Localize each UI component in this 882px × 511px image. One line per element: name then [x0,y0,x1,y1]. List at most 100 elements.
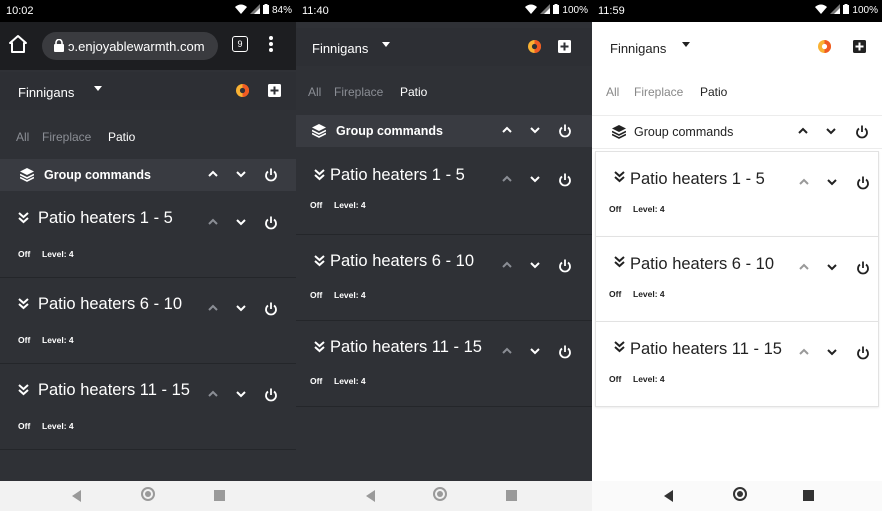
lock-icon [54,38,64,53]
group-decrease-icon[interactable] [826,128,836,135]
nav-home-icon[interactable] [433,487,447,501]
nav-recents-icon[interactable] [506,490,517,501]
caret-down-icon[interactable] [382,40,390,51]
heater-power-icon[interactable] [264,388,278,402]
filter-tab-patio[interactable]: Patio [400,85,427,99]
expand-chevrons-icon[interactable] [18,298,29,313]
group-decrease-icon[interactable] [236,171,246,178]
filter-tab-all[interactable]: All [16,130,29,144]
brand-logo-icon[interactable] [236,84,249,97]
location-selector[interactable]: Finnigans [18,85,74,100]
heater-power-icon[interactable] [856,176,870,190]
caret-down-icon[interactable] [94,84,102,95]
group-increase-icon[interactable] [502,126,512,133]
filter-tab-patio[interactable]: Patio [108,130,135,144]
expand-chevrons-icon[interactable] [314,169,325,184]
expand-chevrons-icon[interactable] [314,255,325,270]
expand-chevrons-icon[interactable] [614,171,625,186]
group-increase-icon[interactable] [798,127,808,134]
battery-percent: 100% [852,5,878,16]
nav-back-icon[interactable] [664,490,673,502]
heater-power-icon[interactable] [558,173,572,187]
heater-card-title: Patio heaters 11 - 15 [38,381,190,399]
filter-tab-all[interactable]: All [308,85,321,99]
heater-decrease-icon[interactable] [236,219,246,226]
nav-home-icon[interactable] [733,487,747,501]
filter-tab-fireplace[interactable]: Fireplace [42,130,91,144]
address-bar[interactable]: ɔ.enjoyablewarmth.com [42,32,218,60]
phone-screen-chrome-dark: 10:02 84% ɔ.enjoyablewarmth.com 9 Finnig… [0,0,296,511]
filter-tab-patio[interactable]: Patio [700,85,727,99]
heater-level: Level: 4 [42,249,74,259]
heater-decrease-icon[interactable] [827,264,837,271]
group-decrease-icon[interactable] [530,127,540,134]
heater-increase-icon[interactable] [502,175,512,182]
battery-percent: 84% [271,5,292,16]
heater-power-icon[interactable] [856,261,870,275]
heater-power-icon[interactable] [856,346,870,360]
more-menu-icon[interactable] [268,34,278,58]
brand-logo-icon[interactable] [528,40,541,53]
status-bar: 11:40 100% [296,0,592,22]
heater-increase-icon[interactable] [208,218,218,225]
heater-increase-icon[interactable] [502,347,512,354]
home-icon[interactable] [8,34,28,54]
heater-increase-icon[interactable] [502,261,512,268]
nav-home-icon[interactable] [141,487,155,501]
heater-increase-icon[interactable] [208,304,218,311]
heater-decrease-icon[interactable] [827,349,837,356]
group-commands-label: Group commands [634,125,734,139]
group-power-icon[interactable] [264,168,278,182]
add-icon[interactable] [853,40,866,53]
heater-level: Level: 4 [633,374,665,384]
add-icon[interactable] [268,84,281,97]
address-url: ɔ.enjoyablewarmth.com [68,39,205,54]
heater-decrease-icon[interactable] [530,176,540,183]
layers-icon [611,125,627,139]
heater-card-title: Patio heaters 11 - 15 [330,338,482,356]
filter-tab-fireplace[interactable]: Fireplace [634,85,683,99]
heater-power-icon[interactable] [558,259,572,273]
heater-decrease-icon[interactable] [236,305,246,312]
heater-card-title: Patio heaters 1 - 5 [630,170,765,188]
group-increase-icon[interactable] [208,170,218,177]
nav-back-icon[interactable] [366,490,375,502]
nav-back-icon[interactable] [72,490,81,502]
heater-decrease-icon[interactable] [236,391,246,398]
expand-chevrons-icon[interactable] [614,341,625,356]
heater-increase-icon[interactable] [799,348,809,355]
location-selector[interactable]: Finnigans [312,41,368,56]
heater-increase-icon[interactable] [799,263,809,270]
add-icon[interactable] [558,40,571,53]
heater-decrease-icon[interactable] [530,262,540,269]
expand-chevrons-icon[interactable] [18,384,29,399]
caret-down-icon[interactable] [682,40,690,51]
heater-card-title: Patio heaters 1 - 5 [330,166,465,184]
expand-chevrons-icon[interactable] [18,212,29,227]
heater-decrease-icon[interactable] [530,348,540,355]
brand-logo-icon[interactable] [818,40,831,53]
expand-chevrons-icon[interactable] [314,341,325,356]
group-power-icon[interactable] [855,125,869,139]
heater-power-icon[interactable] [264,302,278,316]
heater-decrease-icon[interactable] [827,179,837,186]
heater-power-icon[interactable] [558,345,572,359]
heater-increase-icon[interactable] [208,390,218,397]
filter-tab-all[interactable]: All [606,85,619,99]
heater-card-title: Patio heaters 1 - 5 [38,209,173,227]
heater-card: Patio heaters 11 - 15 Off Level: 4 [595,321,879,407]
heater-level: Level: 4 [334,376,366,386]
location-selector[interactable]: Finnigans [610,41,666,56]
nav-recents-icon[interactable] [803,490,814,501]
tab-switcher-button[interactable]: 9 [232,36,248,52]
group-commands-label: Group commands [336,124,443,138]
heater-level: Level: 4 [42,335,74,345]
group-power-icon[interactable] [558,124,572,138]
heater-power-icon[interactable] [264,216,278,230]
filter-tab-fireplace[interactable]: Fireplace [334,85,383,99]
expand-chevrons-icon[interactable] [614,256,625,271]
heater-increase-icon[interactable] [799,178,809,185]
nav-recents-icon[interactable] [214,490,225,501]
heater-state: Off [18,249,31,259]
android-nav-bar [296,481,592,511]
